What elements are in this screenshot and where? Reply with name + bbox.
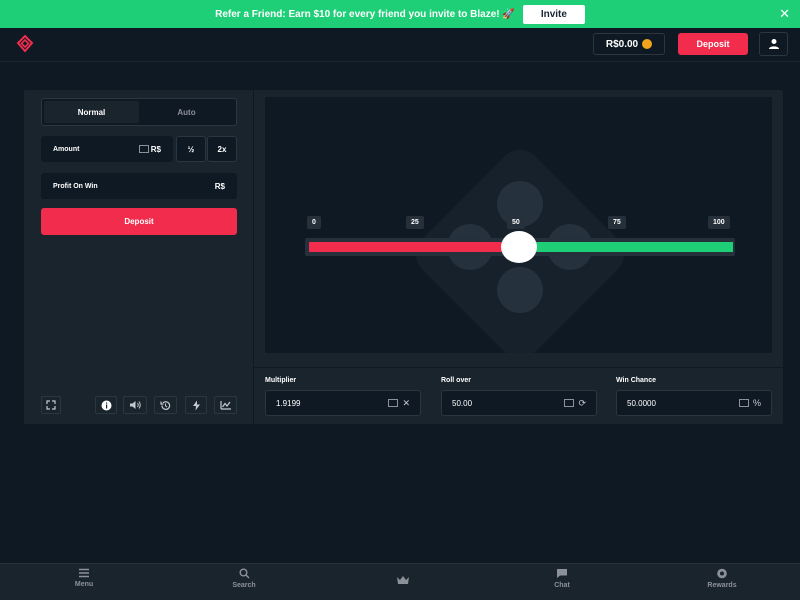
amount-stepper-icon[interactable] [138, 145, 149, 153]
multiplier-value: 1.9199 [276, 398, 301, 408]
logo-icon[interactable] [15, 34, 35, 54]
bet-parameters: Multiplier 1.9199 ✕ Roll over 50.00 ⟳ Wi… [254, 367, 783, 424]
winchance-value: 50.0000 [627, 398, 656, 408]
search-icon [239, 568, 249, 579]
tick-label-100: 100 [708, 216, 730, 229]
coin-icon [642, 39, 653, 49]
balance-value: R$0.00 [605, 38, 639, 50]
nav-search[interactable]: Search [214, 568, 274, 589]
nav-menu[interactable]: Menu [54, 568, 114, 588]
nav-chat-label: Chat [554, 582, 570, 589]
tab-normal[interactable]: Normal [44, 101, 139, 123]
slider-handle[interactable] [501, 231, 537, 263]
swap-icon[interactable]: ⟳ [578, 398, 586, 409]
tick-label-75: 75 [608, 216, 626, 229]
user-icon[interactable] [759, 32, 788, 56]
nav-menu-label: Menu [74, 581, 94, 588]
header-deposit-button[interactable]: Deposit [678, 33, 748, 55]
nav-rewards-label: Rewards [707, 582, 737, 589]
amount-input[interactable]: Amount R$ [41, 136, 173, 162]
menu-icon [79, 568, 89, 578]
fullscreen-icon[interactable] [41, 396, 61, 414]
dice-game-panel: Normal Auto Amount R$ ½ 2x Profit On Win… [24, 90, 783, 424]
volume-icon[interactable] [123, 396, 147, 414]
banner-text: Refer a Friend: Earn $10 for every frien… [215, 8, 515, 20]
bet-controls: Normal Auto Amount R$ ½ 2x Profit On Win… [24, 90, 254, 424]
tick-label-50: 50 [507, 216, 525, 229]
multiplier-label: Multiplier [265, 377, 297, 384]
balance-display[interactable]: R$0.00 [593, 33, 665, 55]
profit-currency: R$ [214, 181, 225, 191]
rewards-icon [717, 568, 727, 579]
nav-search-label: Search [232, 582, 256, 589]
slider-lose-range [309, 242, 523, 252]
crown-icon [397, 576, 409, 584]
multiplier-input[interactable]: 1.9199 ✕ [265, 390, 421, 416]
winchance-input[interactable]: 50.0000 % [616, 390, 772, 416]
nav-crown[interactable] [373, 575, 433, 588]
tick-label-25: 25 [406, 216, 424, 229]
multiplier-stepper-icon[interactable] [388, 399, 399, 407]
dice-board: 0 25 50 75 100 [265, 97, 772, 353]
rollover-input[interactable]: 50.00 ⟳ [441, 390, 597, 416]
amount-label: Amount [53, 145, 80, 153]
mode-toggle: Normal Auto [41, 98, 237, 126]
nav-chat[interactable]: Chat [532, 568, 592, 589]
close-icon[interactable]: ✕ [779, 6, 790, 22]
double-button[interactable]: 2x [207, 136, 237, 162]
nav-rewards[interactable]: Rewards [692, 568, 752, 589]
header: R$0.00 Deposit [0, 28, 800, 62]
deposit-button[interactable]: Deposit [41, 208, 237, 235]
winchance-stepper-icon[interactable] [738, 399, 749, 407]
invite-button[interactable]: Invite [522, 4, 585, 24]
chat-icon [557, 569, 567, 578]
winchance-label: Win Chance [616, 377, 656, 384]
lightning-icon[interactable] [185, 396, 207, 414]
chart-icon[interactable] [214, 396, 237, 414]
half-button[interactable]: ½ [176, 136, 206, 162]
tab-auto[interactable]: Auto [139, 101, 234, 123]
rollover-stepper-icon[interactable] [564, 399, 575, 407]
amount-currency: R$ [150, 144, 161, 154]
multiplier-suffix-icon: ✕ [402, 397, 410, 408]
profit-label: Profit On Win [53, 182, 98, 190]
info-icon[interactable] [95, 396, 117, 414]
bottom-navigation: Menu Search Chat Rewards [0, 563, 800, 600]
slider-win-range [523, 242, 733, 252]
referral-banner: Refer a Friend: Earn $10 for every frien… [0, 0, 800, 28]
history-icon[interactable] [154, 396, 177, 414]
profit-on-win-field: Profit On Win R$ [41, 173, 237, 199]
rollover-value: 50.00 [452, 398, 473, 408]
tick-label-0: 0 [307, 216, 321, 229]
rollover-label: Roll over [441, 377, 471, 384]
percent-suffix: % [752, 398, 761, 408]
